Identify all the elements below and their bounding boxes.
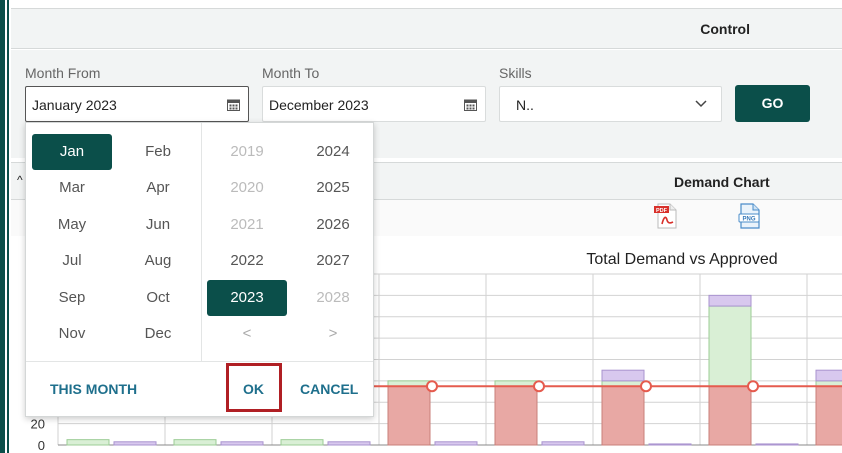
bar-approved [815,385,842,446]
bar-demand [173,439,217,446]
month-option-mar[interactable]: Mar [32,170,112,206]
left-accent-bar [0,0,5,453]
year-option-2023[interactable]: 2023 [207,279,287,316]
png-icon[interactable]: PNG [736,202,764,230]
year-option-2019[interactable]: 2019 [207,134,287,170]
month-from-label: Month From [25,65,101,81]
chevron-down-icon [695,100,707,108]
svg-text:PDF: PDF [656,208,668,214]
approved-marker [426,380,438,393]
bar-approved [601,385,645,446]
bar-approved [494,385,538,446]
picker-divider [201,123,202,361]
approved-marker [747,380,759,393]
bar-demand [280,439,324,446]
month-from-value: January 2023 [32,97,117,113]
y-tick-label: 0 [38,438,45,453]
bar-secondary [434,441,478,446]
year-option-2027[interactable]: 2027 [293,243,373,279]
month-to-value: December 2023 [269,97,369,113]
y-tick-label: 20 [31,417,45,432]
bar-pending [708,294,752,307]
prev-years-button[interactable]: < [207,316,287,352]
next-years-button[interactable]: > [293,316,373,352]
year-option-2024[interactable]: 2024 [293,134,373,170]
year-option-2025[interactable]: 2025 [293,170,373,206]
control-title: Control [700,21,750,37]
month-option-nov[interactable]: Nov [32,316,112,352]
calendar-icon[interactable] [227,98,240,111]
control-section-header: Control [11,8,842,49]
left-accent-line [7,0,9,453]
month-to-label: Month To [262,65,320,81]
chart-title: Total Demand vs Approved [586,251,777,268]
calendar-icon[interactable] [464,98,477,111]
month-option-jun[interactable]: Jun [118,207,198,243]
demand-chart-title: Demand Chart [674,174,770,190]
bar-secondary [327,441,371,446]
bar-demand [66,439,110,446]
collapse-caret-icon[interactable]: ^ [17,173,23,187]
skills-select[interactable]: N.. [499,86,722,122]
svg-text:PNG: PNG [742,217,755,223]
month-year-picker: Jan Feb Mar Apr May Jun Jul Aug Sep Oct Nov Dec 201… [25,122,374,417]
bar-pending [601,369,645,382]
month-to-field[interactable]: December 2023 [262,86,486,122]
month-option-dec[interactable]: Dec [118,316,198,352]
go-button[interactable]: GO [735,85,810,122]
bar-secondary [755,443,799,446]
month-option-jan[interactable]: Jan [32,134,112,170]
month-option-aug[interactable]: Aug [118,243,198,279]
this-month-button[interactable]: THIS MONTH [50,381,137,397]
skills-value: N.. [516,97,534,113]
cancel-button[interactable]: CANCEL [300,381,358,397]
month-option-may[interactable]: May [32,207,112,243]
bar-demand [708,305,752,387]
year-option-2022[interactable]: 2022 [207,243,287,279]
approved-marker [533,380,545,393]
year-option-2026[interactable]: 2026 [293,207,373,243]
bar-secondary [220,441,264,446]
ok-button[interactable]: OK [243,381,264,397]
chart-y-ticks: 020 [31,417,45,453]
approved-marker [640,380,652,393]
picker-footer-divider [26,361,373,362]
skills-label: Skills [499,65,532,81]
year-option-2028[interactable]: 2028 [293,280,373,316]
year-option-2021[interactable]: 2021 [207,207,287,243]
year-option-2020[interactable]: 2020 [207,170,287,206]
bar-pending [815,369,842,382]
month-option-jul[interactable]: Jul [32,243,112,279]
bar-approved [387,385,431,446]
bar-secondary [648,443,692,446]
month-option-apr[interactable]: Apr [118,170,198,206]
month-option-sep[interactable]: Sep [32,280,112,316]
month-option-feb[interactable]: Feb [118,134,198,170]
bar-secondary [113,441,157,446]
bar-secondary [541,441,585,446]
bar-approved [708,385,752,446]
month-from-field[interactable]: January 2023 [25,86,249,122]
pdf-icon[interactable]: PDF [652,202,680,230]
month-option-oct[interactable]: Oct [118,280,198,316]
